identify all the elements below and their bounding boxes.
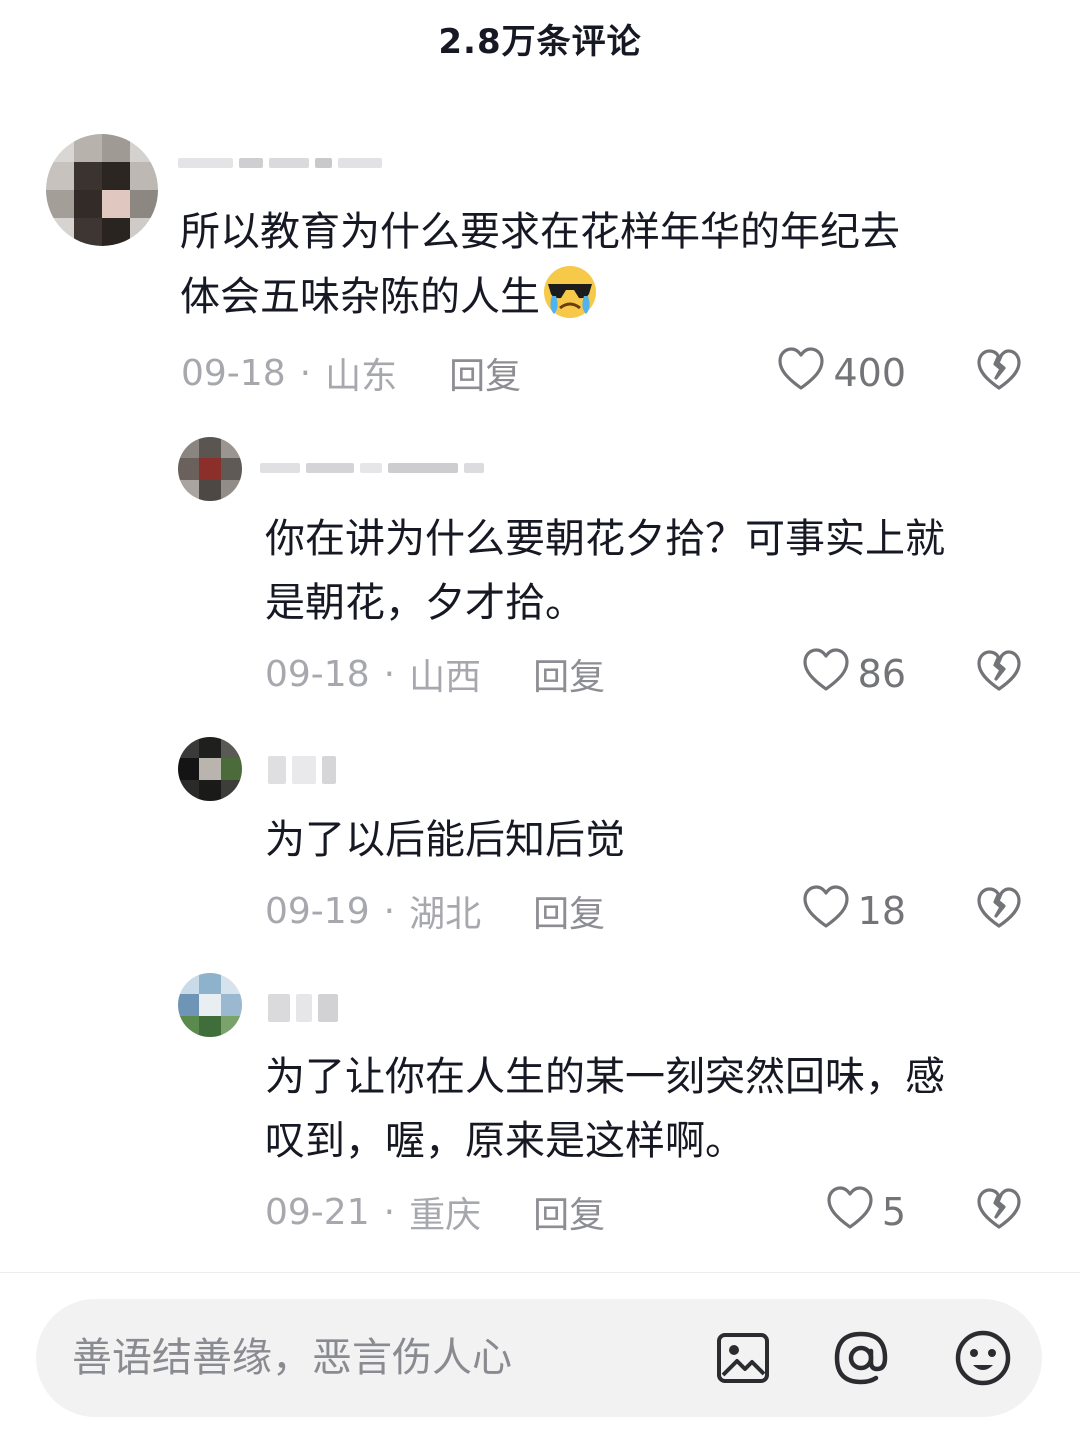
comment-date: 09-18 [265,653,370,695]
comment-date: 09-19 [265,890,370,932]
username-blurred[interactable] [178,145,388,181]
broken-heart-icon [976,1188,1022,1235]
avatar[interactable] [46,134,158,246]
broken-heart-icon [976,887,1022,934]
comment-date: 09-18 [181,352,286,394]
like-count: 86 [857,652,906,696]
dislike-button[interactable] [976,886,1026,936]
avatar[interactable] [178,973,242,1037]
comment-location: 山西 [409,657,482,698]
comment-text: 所以教育为什么要求在花样年华的年纪去 体会五味杂陈的人生 [180,209,900,320]
avatar[interactable] [178,437,242,501]
comment-meta: 09-18 · 山西 回复 [265,649,605,699]
dislike-button[interactable] [976,649,1026,699]
reply-button[interactable]: 回复 [533,1186,605,1238]
broken-heart-icon [976,349,1022,396]
heart-icon [802,884,858,939]
comment-text: 为了让你在人生的某一刻突然回味，感 叹到，喔，原来是这样啊。 [265,1054,945,1164]
comment-input[interactable]: 善语结善缘，恶言伤人心 [36,1299,1042,1417]
like-button[interactable]: 5 [700,1185,906,1240]
reply-button[interactable]: 回复 [533,885,605,937]
username-blurred[interactable] [260,450,520,486]
comment-location: 山东 [325,356,398,397]
like-count: 400 [833,351,906,395]
comment-meta: 09-18 · 山东 回复 [181,348,521,398]
comment-text: 你在讲为什么要朝花夕拾？可事实上就 是朝花，夕才拾。 [265,516,945,626]
dislike-button[interactable] [976,348,1026,398]
reply-button[interactable]: 回复 [533,648,605,700]
heart-icon [826,1185,882,1240]
reply-button[interactable]: 回复 [449,347,521,399]
username-blurred[interactable] [268,752,348,788]
comment-text: 为了以后能后知后觉 [265,817,625,863]
dislike-button[interactable] [976,1187,1026,1237]
comment-input-area: 善语结善缘，恶言伤人心 [0,1272,1080,1441]
comment-count-title: 2.8万条评论 [438,21,642,62]
image-icon[interactable] [714,1329,772,1387]
comments-header: 2.8万条评论 [0,0,1080,76]
sunglasses-crying-emoji-icon [542,264,598,320]
separator-dot: · [383,653,396,695]
comment-date: 09-21 [265,1191,370,1233]
separator-dot: · [299,352,312,394]
at-icon[interactable] [832,1329,890,1387]
comment-location: 湖北 [409,894,482,935]
like-count: 5 [881,1190,906,1234]
separator-dot: · [383,1191,396,1233]
comment-meta: 09-19 · 湖北 回复 [265,886,605,936]
emoji-icon[interactable] [954,1329,1012,1387]
username-blurred[interactable] [268,990,348,1026]
like-count: 18 [857,889,906,933]
comment-location: 重庆 [409,1195,482,1236]
like-button[interactable]: 18 [700,884,906,939]
like-button[interactable]: 86 [700,647,906,702]
avatar[interactable] [178,737,242,801]
heart-icon [802,647,858,702]
comment-meta: 09-21 · 重庆 回复 [265,1187,605,1237]
broken-heart-icon [976,650,1022,697]
heart-icon [777,346,833,401]
input-placeholder: 善语结善缘，恶言伤人心 [72,1335,512,1381]
like-button[interactable]: 400 [700,346,906,401]
separator-dot: · [383,890,396,932]
